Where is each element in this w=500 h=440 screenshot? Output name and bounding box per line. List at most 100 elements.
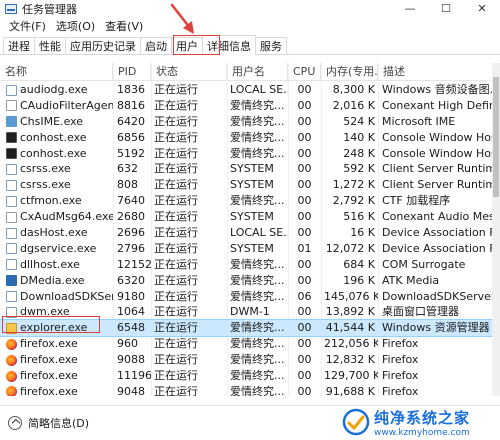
close-button[interactable]: ✕	[464, 0, 500, 17]
table-row[interactable]: audiodg.exe 1836 正在运行 LOCAL SE... 00 8,300 K W…	[0, 82, 492, 98]
process-pid: 2696	[117, 226, 145, 240]
menu-options[interactable]: 选项(O)	[51, 18, 100, 34]
vertical-scrollbar[interactable]	[492, 63, 500, 396]
table-row[interactable]: conhost.exe 6856 正在运行 爱情终究... 00 140 K Console…	[0, 130, 492, 146]
process-username: 爱情终究...	[230, 98, 285, 112]
table-row[interactable]: firefox.exe 960 正在运行 爱情终究... 00 212,056 K Fire…	[0, 336, 492, 352]
table-row[interactable]: dasHost.exe 2696 正在运行 LOCAL SE... 00 16 K Devi…	[0, 225, 492, 241]
table-row[interactable]: firefox.exe 9088 正在运行 爱情终究... 00 12,832 K Fire…	[0, 352, 492, 368]
process-username: 爱情终究...	[230, 321, 285, 335]
maximize-button[interactable]: ☐	[428, 0, 464, 17]
process-username: 爱情终究...	[230, 273, 285, 287]
process-name-cell: dllhost.exe	[3, 257, 113, 273]
fewer-details-link[interactable]: 简略信息(D)	[28, 415, 89, 431]
process-description: Device Association Fr...	[382, 241, 492, 255]
column-header-pid[interactable]: PID	[113, 63, 151, 81]
process-status: 正在运行	[154, 369, 198, 383]
firefox-icon	[6, 386, 17, 396]
table-row[interactable]: CxAudMsg64.exe 2680 正在运行 SYSTEM 00 516 K Conex…	[0, 209, 492, 225]
process-cpu: 00	[297, 194, 312, 208]
watermark-url: www.kzmyhome.com	[374, 427, 470, 438]
system-process-icon	[6, 259, 17, 271]
chevron-up-icon[interactable]	[8, 416, 22, 430]
tab-startup[interactable]: 启动	[140, 37, 172, 54]
menu-file[interactable]: 文件(F)	[4, 18, 51, 34]
table-row[interactable]: firefox.exe 11196 正在运行 爱情终究... 00 129,700 K Fi…	[0, 368, 492, 384]
process-name: csrss.exe	[20, 178, 71, 192]
table-row[interactable]: CAudioFilterAgent... 8816 正在运行 爱情终究... 00 2,0…	[0, 98, 492, 114]
table-row[interactable]: firefox.exe 9048 正在运行 爱情终究... 00 91,688 K Fire…	[0, 384, 492, 396]
process-status: 正在运行	[154, 353, 198, 367]
tab-services[interactable]: 服务	[255, 37, 287, 54]
process-username: 爱情终究...	[230, 337, 285, 351]
process-name-cell: DownloadSDKServ...	[3, 289, 113, 305]
process-username: 爱情终究...	[230, 257, 285, 271]
minimize-button[interactable]: —	[392, 0, 428, 17]
column-header-memory[interactable]: 内存(专用...	[321, 63, 378, 81]
column-header-name[interactable]: 名称	[0, 63, 113, 81]
column-header-cpu[interactable]: CPU	[288, 63, 321, 81]
process-name: ctfmon.exe	[20, 194, 82, 208]
process-name-cell: CAudioFilterAgent...	[3, 98, 113, 114]
table-row[interactable]: csrss.exe 632 正在运行 SYSTEM 00 592 K Client Serv…	[0, 161, 492, 177]
process-status: 正在运行	[154, 83, 198, 96]
process-cpu: 00	[297, 146, 312, 160]
process-status: 正在运行	[154, 305, 198, 319]
process-name-cell: ctfmon.exe	[3, 193, 113, 209]
tab-bar: 进程 性能 应用历史记录 启动 用户 详细信息 服务	[0, 35, 500, 55]
process-status: 正在运行	[154, 130, 198, 144]
watermark: 纯净系统之家 www.kzmyhome.com	[342, 404, 492, 440]
process-name: conhost.exe	[20, 130, 87, 144]
table-row[interactable]: ctfmon.exe 7640 正在运行 爱情终究... 00 2,792 K CTF 加载…	[0, 193, 492, 209]
process-status: 正在运行	[154, 321, 198, 335]
process-description: Firefox	[382, 337, 419, 351]
process-pid: 9088	[117, 353, 145, 367]
process-memory: 12,072 K	[325, 241, 375, 255]
process-name-cell: conhost.exe	[3, 130, 113, 146]
task-manager-icon	[5, 3, 17, 14]
table-row[interactable]: dgservice.exe 2796 正在运行 SYSTEM 01 12,072 K Dev…	[0, 241, 492, 257]
table-row[interactable]: conhost.exe 5192 正在运行 爱情终究... 00 248 K Console…	[0, 146, 492, 162]
column-header-username[interactable]: 用户名	[227, 63, 288, 81]
process-memory: 592 K	[343, 162, 375, 176]
table-row[interactable]: DownloadSDKServ... 9180 正在运行 爱情终究... 06 145,0…	[0, 289, 492, 305]
process-memory: 145,076 K	[324, 289, 378, 303]
process-description: Windows 音频设备图...	[382, 83, 492, 96]
table-row[interactable]: dllhost.exe 12152 正在运行 爱情终究... 00 684 K COM Su…	[0, 257, 492, 273]
process-memory: 41,544 K	[325, 321, 375, 335]
process-username: 爱情终究...	[230, 146, 285, 160]
scrollbar-thumb[interactable]	[493, 77, 499, 197]
process-memory: 1,272 K	[332, 178, 375, 192]
process-description: Conexant High Definiti...	[382, 98, 492, 112]
table-row[interactable]: ChsIME.exe 6420 正在运行 爱情终究... 00 524 K Microsof…	[0, 114, 492, 130]
table-row[interactable]: csrss.exe 808 正在运行 SYSTEM 00 1,272 K Client Se…	[0, 177, 492, 193]
menu-view[interactable]: 查看(V)	[100, 18, 148, 34]
process-cpu: 00	[297, 162, 312, 176]
process-status: 正在运行	[154, 146, 198, 160]
process-description: Conexant Audio Mess...	[382, 210, 492, 224]
column-header-description[interactable]: 描述	[378, 63, 492, 81]
process-name-cell: conhost.exe	[3, 146, 113, 162]
process-name: ChsIME.exe	[20, 114, 84, 128]
conexant-icon	[6, 100, 17, 112]
process-name: dasHost.exe	[20, 226, 88, 240]
process-pid: 6856	[117, 130, 145, 144]
table-row[interactable]: DMedia.exe 6320 正在运行 爱情终究... 00 196 K ATK Medi…	[0, 273, 492, 289]
process-name-cell: firefox.exe	[3, 368, 113, 384]
process-memory: 140 K	[343, 130, 375, 144]
process-pid: 11196	[117, 369, 151, 383]
process-pid: 2680	[117, 210, 145, 224]
tab-app-history[interactable]: 应用历史记录	[65, 37, 141, 54]
process-description: Microsoft IME	[382, 114, 456, 128]
process-username: SYSTEM	[230, 178, 274, 192]
process-status: 正在运行	[154, 114, 198, 128]
tab-performance[interactable]: 性能	[34, 37, 66, 54]
process-status: 正在运行	[154, 241, 198, 255]
column-header-status[interactable]: 状态	[151, 63, 227, 81]
process-name-cell: ChsIME.exe	[3, 114, 113, 130]
process-status: 正在运行	[154, 98, 198, 112]
process-cpu: 06	[297, 289, 312, 303]
process-description: Firefox	[382, 384, 419, 396]
process-pid: 960	[117, 337, 138, 351]
tab-processes[interactable]: 进程	[3, 37, 35, 54]
